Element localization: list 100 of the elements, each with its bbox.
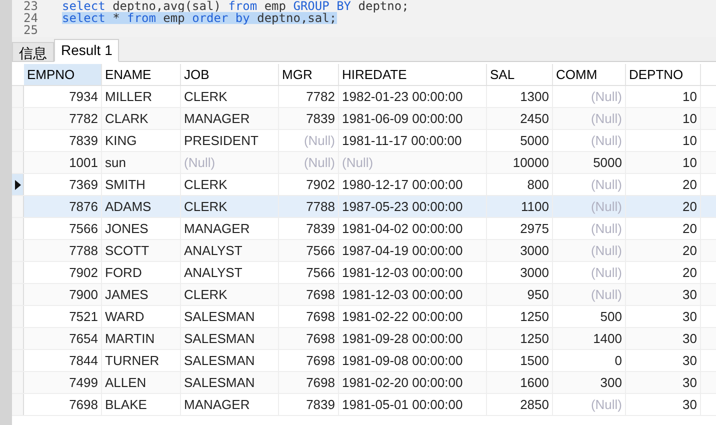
table-row[interactable]: 7876 ADAMS CLERK 7788 1987-05-23 00:00:00 1100 (Null) 20: [12, 196, 716, 218]
table-cell: 7698: [279, 328, 339, 349]
table-cell: (Null): [553, 174, 626, 195]
table-cell: 7566: [279, 240, 339, 261]
line-number: 23: [22, 0, 39, 12]
table-cell: 1980-12-17 00:00:00: [339, 174, 487, 195]
table-cell: 1981-02-22 00:00:00: [339, 306, 487, 327]
table-cell: 7844: [24, 350, 102, 371]
table-cell: SALESMAN: [181, 306, 279, 327]
table-cell: 1400: [553, 328, 626, 349]
table-cell: 20: [626, 196, 701, 217]
table-cell: 30: [626, 394, 701, 415]
table-cell: JAMES: [102, 284, 181, 305]
table-cell: 30: [626, 372, 701, 393]
table-cell: ADAMS: [102, 196, 181, 217]
table-cell: 1981-05-01 00:00:00: [339, 394, 487, 415]
table-cell: 1981-02-20 00:00:00: [339, 372, 487, 393]
table-cell: SALESMAN: [181, 350, 279, 371]
table-cell: JONES: [102, 218, 181, 239]
table-cell: 7698: [279, 372, 339, 393]
table-row[interactable]: 7782 CLARK MANAGER 7839 1981-06-09 00:00:00 2450 (Null) 10: [12, 108, 716, 130]
table-cell: (Null): [279, 130, 339, 151]
table-cell: (Null): [279, 152, 339, 173]
table-cell: (Null): [553, 218, 626, 239]
table-cell: BLAKE: [102, 394, 181, 415]
table-cell: 1981-04-02 00:00:00: [339, 218, 487, 239]
table-cell: SALESMAN: [181, 372, 279, 393]
table-cell: CLERK: [181, 284, 279, 305]
table-cell: 7499: [24, 372, 102, 393]
table-row[interactable]: 7902 FORD ANALYST 7566 1981-12-03 00:00:00 3000 (Null) 20: [12, 262, 716, 284]
table-row[interactable]: 1001 sun (Null) (Null) (Null) 10000 5000 10: [12, 152, 716, 174]
table-row[interactable]: 7499 ALLEN SALESMAN 7698 1981-02-20 00:00:00 1600 300 30: [12, 372, 716, 394]
row-pointer-icon: [14, 180, 20, 190]
table-cell: 7654: [24, 328, 102, 349]
table-cell: 300: [553, 372, 626, 393]
table-row[interactable]: 7566 JONES MANAGER 7839 1981-04-02 00:00:00 2975 (Null) 20: [12, 218, 716, 240]
table-row[interactable]: 7844 TURNER SALESMAN 7698 1981-09-08 00:00:00 1500 0 30: [12, 350, 716, 372]
table-cell: (Null): [553, 86, 626, 107]
table-cell: 3000: [487, 262, 553, 283]
table-cell: PRESIDENT: [181, 130, 279, 151]
table-cell: 800: [487, 174, 553, 195]
row-header[interactable]: [12, 174, 24, 195]
table-cell: 30: [626, 284, 701, 305]
table-cell: 7839: [24, 130, 102, 151]
tab[interactable]: Result 1: [54, 39, 120, 62]
table-cell: 7839: [279, 218, 339, 239]
table-cell: 7788: [279, 196, 339, 217]
table-row[interactable]: 7654 MARTIN SALESMAN 7698 1981-09-28 00:00:00 1250 1400 30: [12, 328, 716, 350]
code-editor[interactable]: 23 select deptno,avg(sal) from emp GROUP BY deptno; 24 select * from emp order by deptno,sal; 25: [12, 0, 716, 37]
tab[interactable]: 信息: [12, 42, 54, 62]
table-cell: (Null): [553, 130, 626, 151]
table-row[interactable]: 7788 SCOTT ANALYST 7566 1987-04-19 00:00:00 3000 (Null) 20: [12, 240, 716, 262]
table-cell: SCOTT: [102, 240, 181, 261]
table-cell: CLERK: [181, 174, 279, 195]
table-row[interactable]: 7839 KING PRESIDENT (Null) 1981-11-17 00:00:00 5000 (Null) 10: [12, 130, 716, 152]
table-cell: 1100: [487, 196, 553, 217]
table-row[interactable]: 7698 BLAKE MANAGER 7839 1981-05-01 00:00:00 2850 (Null) 30: [12, 394, 716, 416]
table-cell: (Null): [553, 240, 626, 261]
table-cell: 7698: [279, 350, 339, 371]
table-cell: 5000: [487, 130, 553, 151]
table-cell: ANALYST: [181, 240, 279, 261]
table-cell: (Null): [553, 262, 626, 283]
line-number: 25: [22, 24, 39, 36]
table-cell: (Null): [553, 394, 626, 415]
table-cell: 1500: [487, 350, 553, 371]
table-cell: 1250: [487, 328, 553, 349]
table-cell: 1981-06-09 00:00:00: [339, 108, 487, 129]
table-cell: 30: [626, 328, 701, 349]
table-cell: MANAGER: [181, 218, 279, 239]
table-cell: 1981-09-28 00:00:00: [339, 328, 487, 349]
table-cell: KING: [102, 130, 181, 151]
table-row[interactable]: 7934 MILLER CLERK 7782 1982-01-23 00:00:00 1300 (Null) 10: [12, 86, 716, 108]
column-header[interactable]: JOB: [181, 64, 279, 85]
table-cell: 1987-04-19 00:00:00: [339, 240, 487, 261]
column-header[interactable]: EMPNO: [24, 64, 102, 85]
table-cell: CLERK: [181, 196, 279, 217]
table-row[interactable]: 7369 SMITH CLERK 7902 1980-12-17 00:00:00 800 (Null) 20: [12, 174, 716, 196]
table-cell: SALESMAN: [181, 328, 279, 349]
table-cell: 7782: [279, 86, 339, 107]
table-cell: (Null): [339, 152, 487, 173]
table-row[interactable]: 7521 WARD SALESMAN 7698 1981-02-22 00:00:00 1250 500 30: [12, 306, 716, 328]
table-cell: FORD: [102, 262, 181, 283]
table-cell: MARTIN: [102, 328, 181, 349]
table-cell: 20: [626, 240, 701, 261]
table-cell: ANALYST: [181, 262, 279, 283]
table-row[interactable]: 7900 JAMES CLERK 7698 1981-12-03 00:00:00 950 (Null) 30: [12, 284, 716, 306]
table-cell: 20: [626, 262, 701, 283]
table-cell: 30: [626, 350, 701, 371]
table-cell: SMITH: [102, 174, 181, 195]
table-cell: 7839: [279, 394, 339, 415]
table-cell: 7839: [279, 108, 339, 129]
table-cell: 10000: [487, 152, 553, 173]
table-cell: 7566: [279, 262, 339, 283]
table-cell: 20: [626, 174, 701, 195]
table-cell: 7902: [279, 174, 339, 195]
table-cell: (Null): [553, 196, 626, 217]
table-cell: CLERK: [181, 86, 279, 107]
table-cell: 30: [626, 306, 701, 327]
table-cell: 1600: [487, 372, 553, 393]
table-cell: 2850: [487, 394, 553, 415]
